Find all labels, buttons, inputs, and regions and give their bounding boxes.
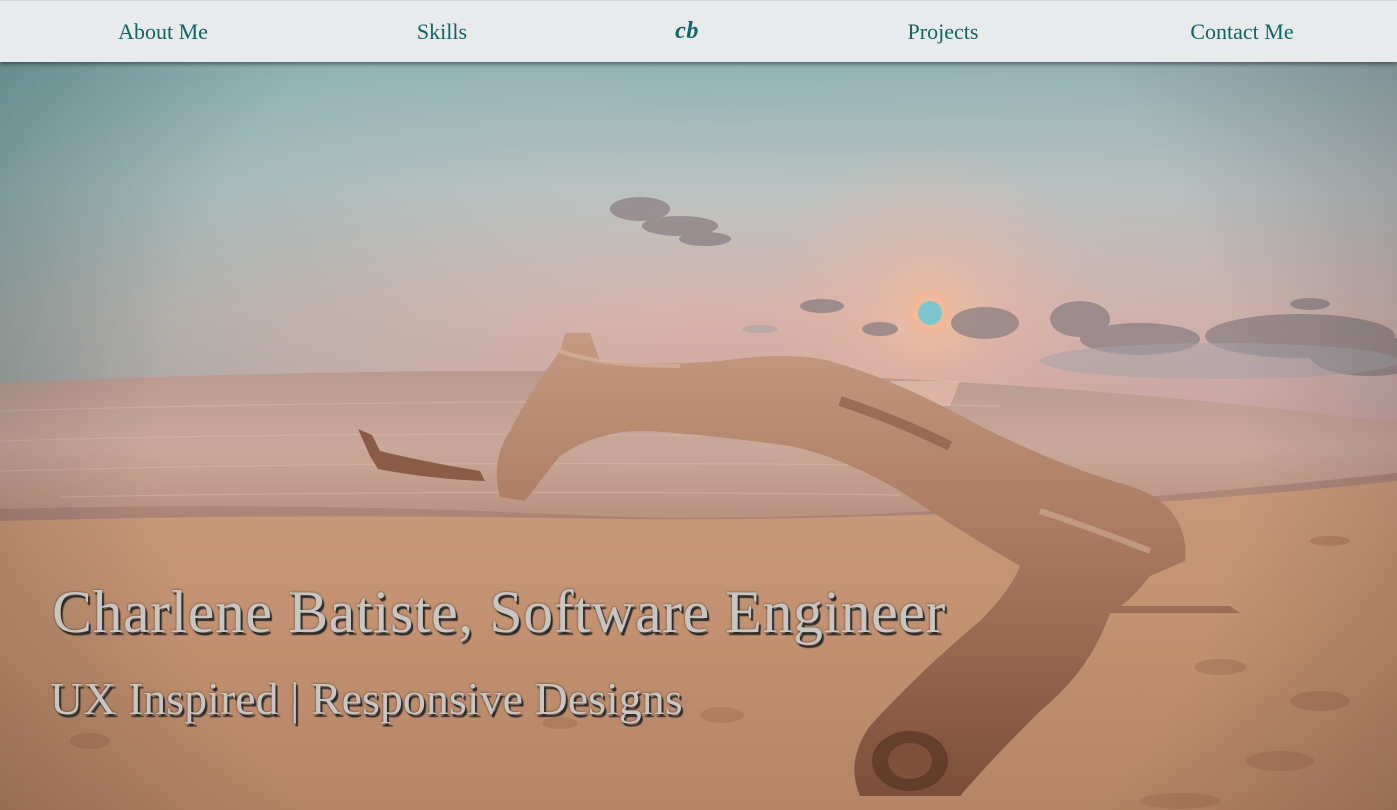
hero-section: Charlene Batiste, Software Engineer UX I… [0, 61, 1397, 810]
nav-skills-link[interactable]: Skills [417, 1, 467, 62]
top-nav: About Me Skills cb Projects Contact Me [0, 0, 1397, 62]
nav-about-link[interactable]: About Me [118, 1, 208, 62]
nav-contact-link[interactable]: Contact Me [1190, 1, 1293, 62]
hero-title: Charlene Batiste, Software Engineer [52, 579, 946, 645]
page: About Me Skills cb Projects Contact Me C… [0, 0, 1397, 810]
hero-subtitle: UX Inspired | Responsive Designs [50, 673, 683, 724]
nav-logo[interactable]: cb [675, 1, 699, 62]
nav-projects-link[interactable]: Projects [908, 1, 979, 62]
